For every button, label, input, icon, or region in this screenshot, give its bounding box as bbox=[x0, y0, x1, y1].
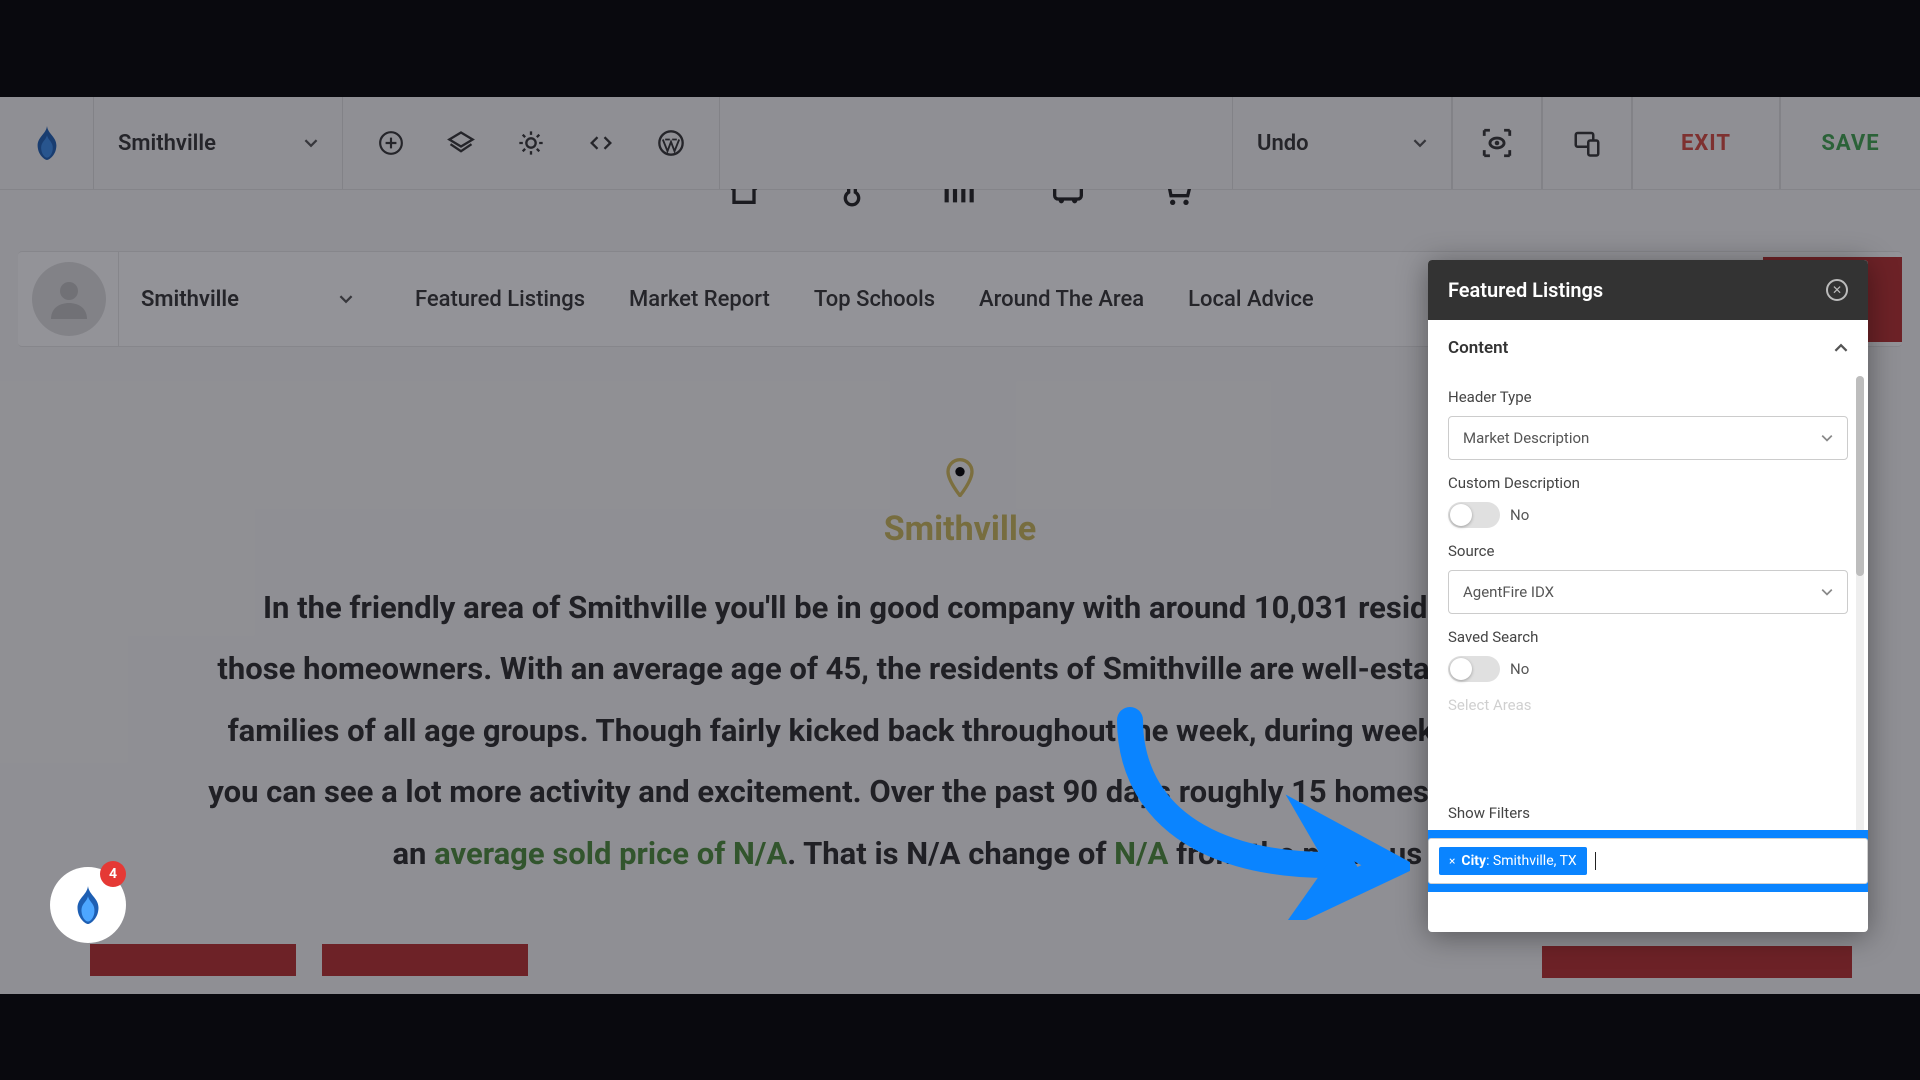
chevron-up-icon bbox=[1834, 341, 1848, 355]
source-select[interactable]: AgentFire IDX bbox=[1448, 570, 1848, 614]
field-label-header-type: Header Type bbox=[1448, 388, 1848, 406]
saved-search-toggle[interactable] bbox=[1448, 656, 1500, 682]
tag-remove-icon[interactable]: × bbox=[1449, 854, 1455, 868]
scrollbar-thumb[interactable] bbox=[1856, 376, 1864, 576]
field-label-select-areas: Select Areas bbox=[1448, 696, 1848, 714]
flame-icon bbox=[72, 886, 104, 924]
select-value: AgentFire IDX bbox=[1463, 583, 1554, 601]
section-content-toggle[interactable]: Content bbox=[1428, 320, 1868, 376]
chevron-down-icon bbox=[1821, 432, 1833, 444]
tag-value: : Smithville, TX bbox=[1486, 853, 1577, 869]
field-label-saved-search: Saved Search bbox=[1448, 628, 1848, 646]
select-value: Market Description bbox=[1463, 429, 1589, 447]
settings-panel: Featured Listings ✕ Content Header Type … bbox=[1428, 260, 1868, 932]
panel-header: Featured Listings ✕ bbox=[1428, 260, 1868, 320]
section-label: Content bbox=[1448, 338, 1508, 358]
text-caret bbox=[1595, 852, 1596, 870]
notification-badge[interactable]: 4 bbox=[50, 867, 126, 1054]
chevron-down-icon bbox=[1821, 586, 1833, 598]
tag-prefix: City bbox=[1461, 853, 1486, 869]
toggle-value: No bbox=[1510, 506, 1529, 524]
field-label-show-filters: Show Filters bbox=[1448, 804, 1848, 822]
area-tag[interactable]: × City: Smithville, TX bbox=[1439, 847, 1587, 875]
custom-desc-toggle[interactable] bbox=[1448, 502, 1500, 528]
panel-scrollbar[interactable] bbox=[1856, 376, 1864, 856]
header-type-select[interactable]: Market Description bbox=[1448, 416, 1848, 460]
select-areas-highlight: × City: Smithville, TX bbox=[1428, 830, 1868, 892]
field-label-custom-desc: Custom Description bbox=[1448, 474, 1848, 492]
annotation-arrow bbox=[1090, 700, 1410, 920]
badge-count: 4 bbox=[100, 861, 126, 887]
select-areas-input[interactable]: × City: Smithville, TX bbox=[1428, 838, 1868, 884]
close-icon[interactable]: ✕ bbox=[1826, 279, 1848, 301]
toggle-value: No bbox=[1510, 660, 1529, 678]
field-label-source: Source bbox=[1448, 542, 1848, 560]
panel-title: Featured Listings bbox=[1448, 278, 1603, 302]
